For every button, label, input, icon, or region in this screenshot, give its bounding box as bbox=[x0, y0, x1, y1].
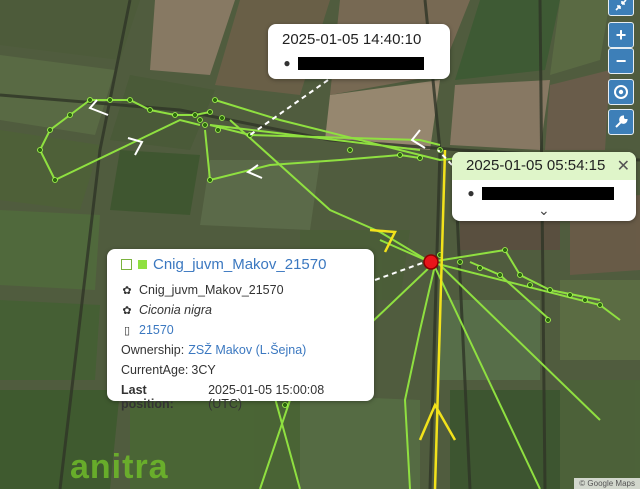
device-id-link[interactable]: 21570 bbox=[139, 323, 174, 337]
age-value: 3CY bbox=[191, 363, 216, 377]
animal-info-panel: Cnig_juvm_Makov_21570 ✿ Cnig_juvm_Makov_… bbox=[107, 249, 374, 411]
collapse-arrows-icon bbox=[615, 0, 627, 11]
redacted-location bbox=[482, 187, 614, 200]
info-header: Cnig_juvm_Makov_21570 bbox=[121, 256, 360, 273]
last-position-label: Last position: bbox=[121, 383, 174, 411]
color-swatch bbox=[138, 260, 147, 269]
bird-icon: ✿ bbox=[122, 284, 132, 297]
popup-timestamp: 2025-01-05 05:54:15 bbox=[466, 157, 606, 174]
location-pin-icon: ● bbox=[283, 56, 291, 70]
map-attribution[interactable]: © Google Maps bbox=[574, 478, 640, 489]
last-position-value: 2025-01-05 15:00:08 (UTC) bbox=[208, 383, 325, 411]
expand-chevron-icon[interactable]: ⌄ bbox=[538, 202, 550, 219]
target-icon bbox=[614, 85, 628, 99]
zoom-out-button[interactable]: − bbox=[608, 48, 634, 74]
redacted-location bbox=[298, 57, 424, 70]
current-position-marker bbox=[423, 254, 439, 270]
tools-button[interactable] bbox=[608, 109, 634, 135]
close-icon[interactable]: ✕ bbox=[617, 156, 630, 176]
ownership-label: Ownership: bbox=[121, 343, 185, 357]
age-label: CurrentAge: bbox=[121, 363, 189, 377]
locate-button[interactable] bbox=[608, 79, 634, 105]
device-icon: ▯ bbox=[123, 324, 131, 337]
species-name: Ciconia nigra bbox=[139, 303, 212, 317]
ownership-link[interactable]: ZSŽ Makov (L.Šejna) bbox=[188, 343, 306, 357]
location-pin-icon: ● bbox=[467, 186, 475, 200]
zoom-in-button[interactable]: + bbox=[608, 22, 634, 48]
popup-timestamp: 2025-01-05 14:40:10 bbox=[282, 31, 422, 48]
wrench-icon bbox=[615, 115, 628, 128]
select-checkbox[interactable] bbox=[121, 259, 132, 270]
bird-icon: ✿ bbox=[122, 304, 132, 317]
fullscreen-button[interactable] bbox=[608, 0, 634, 16]
twitter-name: Cnig_juvm_Makov_21570 bbox=[139, 283, 284, 297]
anitra-logo: anitra bbox=[70, 448, 169, 486]
position-popup-right: 2025-01-05 05:54:15 ✕ ● ⌄ bbox=[452, 152, 636, 221]
animal-name-link[interactable]: Cnig_juvm_Makov_21570 bbox=[153, 256, 326, 273]
position-popup-top: 2025-01-05 14:40:10 ● bbox=[268, 24, 450, 79]
popup-header: 2025-01-05 05:54:15 ✕ bbox=[452, 152, 636, 180]
